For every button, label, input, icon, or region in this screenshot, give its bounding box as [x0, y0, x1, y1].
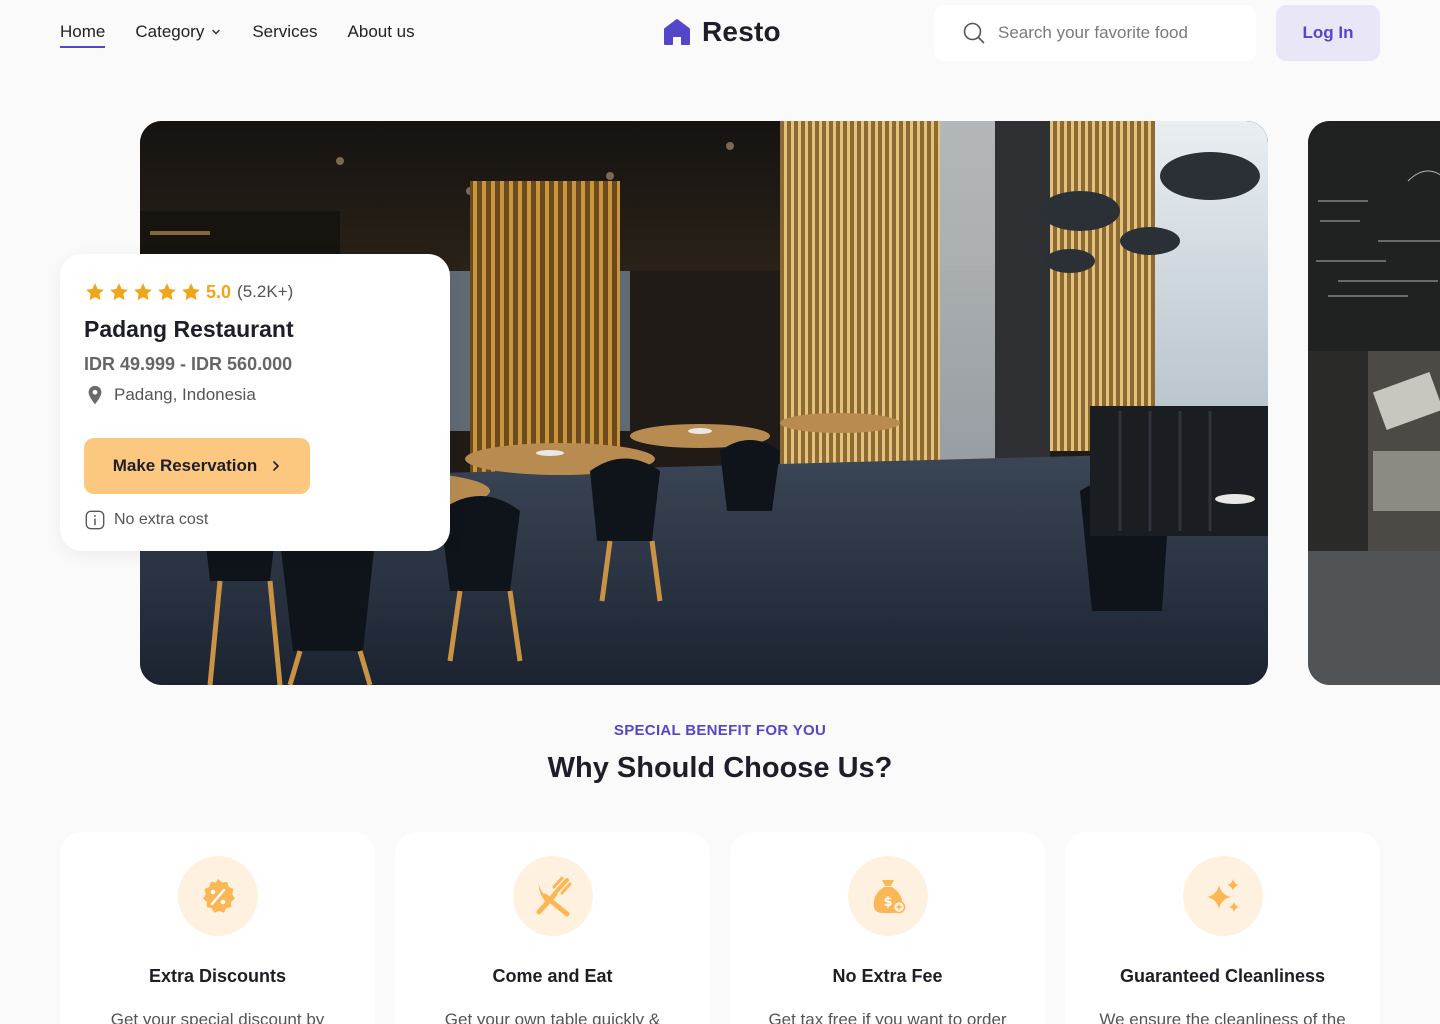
info-icon — [85, 510, 105, 530]
location-pin-icon — [88, 385, 102, 405]
next-restaurant-image[interactable] — [1308, 121, 1440, 685]
star-icon — [86, 283, 104, 301]
discount-badge-icon — [202, 879, 235, 913]
nav-category-label: Category — [135, 22, 205, 41]
nav-links: Home Category Services About us — [60, 18, 415, 48]
make-reservation-label: Make Reservation — [112, 456, 258, 475]
chevron-right-icon — [273, 461, 280, 471]
no-extra-cost-note: No extra cost — [84, 509, 426, 531]
rating-count: (5.2K+) — [237, 282, 294, 301]
benefit-desc: We ensure the cleanliness of the — [1099, 1010, 1346, 1024]
star-icon — [182, 283, 200, 301]
login-button[interactable]: Log In — [1276, 5, 1380, 61]
money-bag-icon-wrap: $ — [847, 856, 928, 936]
logo[interactable]: Resto — [662, 16, 781, 48]
discount-badge-icon-wrap — [177, 856, 258, 936]
benefit-card-come-and-eat: Come and Eat Get your own table quickly … — [395, 832, 710, 1024]
section-title: Why Should Choose Us? — [547, 752, 893, 784]
house-icon — [664, 19, 690, 45]
benefit-card-cleanliness: Guaranteed Cleanliness We ensure the cle… — [1065, 832, 1380, 1024]
money-bag-icon: $ — [873, 880, 905, 914]
benefit-title: Guaranteed Cleanliness — [1119, 966, 1326, 986]
sparkles-icon — [1206, 879, 1239, 912]
search-box[interactable] — [934, 5, 1256, 61]
svg-text:$: $ — [883, 895, 892, 910]
price-range: IDR 49.999 - IDR 560.000 — [84, 354, 293, 374]
nav-services-label: Services — [252, 22, 318, 41]
benefit-title: No Extra Fee — [832, 966, 943, 986]
star-icon — [110, 283, 128, 301]
nav-services[interactable]: Services — [252, 18, 317, 46]
location-row: Padang, Indonesia — [84, 384, 426, 406]
logo-text: Resto — [702, 16, 781, 47]
restaurant-info-card: 5.0 (5.2K+) Padang Restaurant IDR 49.999… — [60, 254, 450, 551]
nav-about[interactable]: About us — [348, 18, 415, 46]
benefit-title: Extra Discounts — [148, 966, 287, 986]
search-icon — [963, 22, 985, 44]
restaurant-name: Padang Restaurant — [84, 316, 294, 342]
section-eyebrow: SPECIAL BENEFIT FOR YOU — [613, 722, 827, 739]
benefit-cards: Extra Discounts Get your special discoun… — [60, 832, 1380, 1024]
benefit-desc: Get your special discount by — [110, 1010, 325, 1024]
nav-home[interactable]: Home — [60, 18, 106, 48]
benefit-card-no-extra-fee: $ No Extra Fee Get tax free if you want … — [730, 832, 1045, 1024]
nav-home-label: Home — [60, 22, 106, 41]
utensils-icon-wrap — [512, 856, 593, 936]
sparkles-icon-wrap — [1182, 856, 1263, 936]
nav-category[interactable]: Category — [135, 18, 222, 46]
note-text: No extra cost — [114, 511, 209, 528]
benefit-desc: Get your own table quickly & — [444, 1010, 661, 1024]
benefit-desc: Get tax free if you want to order — [768, 1010, 1007, 1024]
star-icon — [134, 283, 152, 301]
star-icon — [158, 283, 176, 301]
location-text: Padang, Indonesia — [114, 385, 256, 404]
utensils-icon — [536, 876, 571, 917]
search-input[interactable] — [998, 23, 1228, 43]
rating-value: 5.0 — [206, 281, 232, 302]
benefit-card-discounts: Extra Discounts Get your special discoun… — [60, 832, 375, 1024]
chevron-down-icon — [212, 29, 221, 35]
benefit-title: Come and Eat — [492, 966, 613, 986]
nav-about-label: About us — [347, 22, 415, 41]
make-reservation-button[interactable]: Make Reservation — [84, 438, 310, 494]
rating-row: 5.0 (5.2K+) — [84, 280, 426, 304]
